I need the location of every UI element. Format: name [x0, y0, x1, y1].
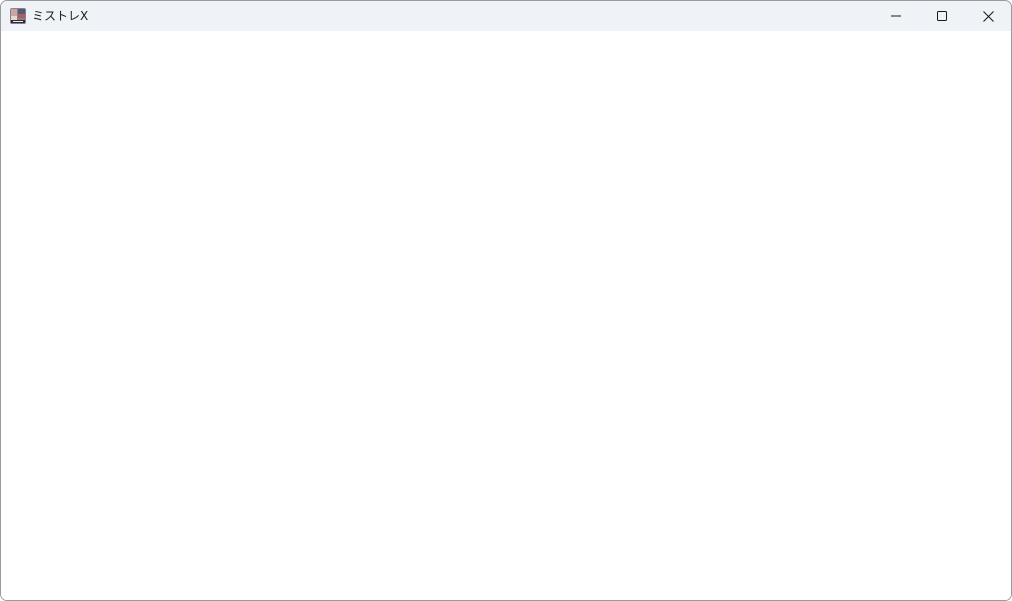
content-area[interactable] — [1, 31, 1011, 600]
app-thumbnail-icon[interactable] — [10, 8, 26, 24]
close-icon — [982, 10, 994, 22]
minimize-icon — [891, 15, 901, 17]
close-button[interactable] — [965, 1, 1011, 31]
app-window: ミストレX — [0, 0, 1012, 601]
window-title: ミストレX — [32, 9, 89, 23]
maximize-icon — [937, 11, 947, 21]
title-bar[interactable]: ミストレX — [1, 1, 1011, 31]
maximize-button[interactable] — [919, 1, 965, 31]
minimize-button[interactable] — [873, 1, 919, 31]
